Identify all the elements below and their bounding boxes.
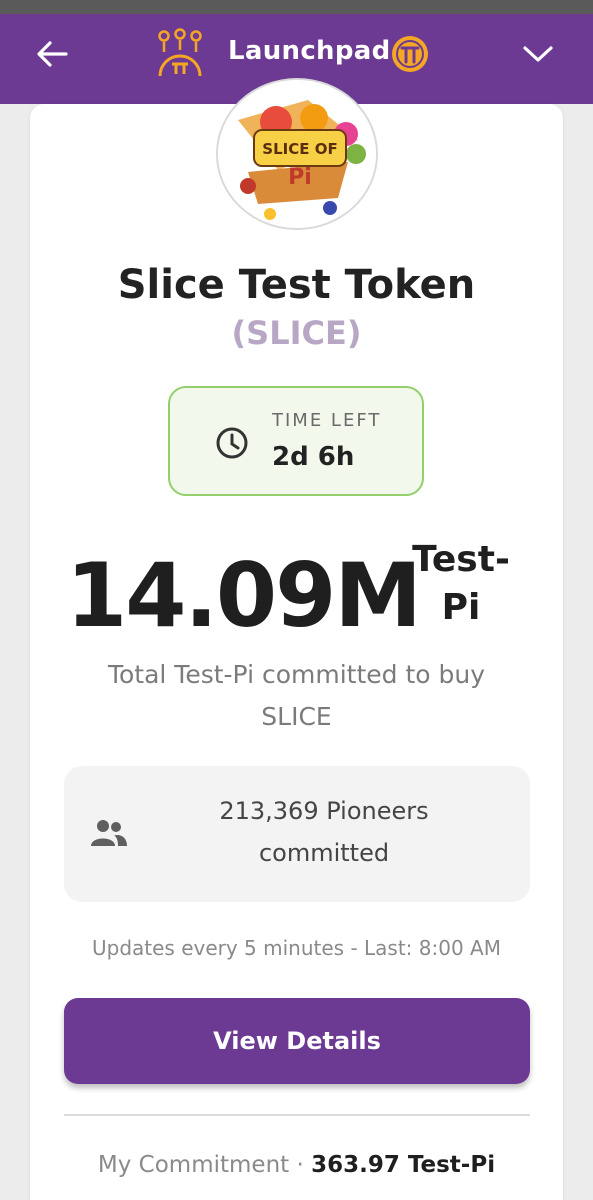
svg-text:SLICE OF: SLICE OF xyxy=(262,140,337,158)
my-commitment: My Commitment · 363.97 Test-Pi xyxy=(30,1152,563,1178)
time-left-value: 2d 6h xyxy=(272,442,355,472)
time-left-badge: TIME LEFT 2d 6h xyxy=(168,386,424,496)
status-bar xyxy=(0,0,593,14)
people-icon xyxy=(90,818,128,848)
token-logo: SLICE OF Pi xyxy=(216,78,378,230)
pi-coin-icon xyxy=(390,34,430,74)
update-status: Updates every 5 minutes - Last: 8:00 AM xyxy=(91,936,501,960)
arrow-left-icon[interactable] xyxy=(34,36,70,72)
launchpad-logo-icon xyxy=(154,28,206,80)
committed-description: Total Test-Pi committed to buy SLICE xyxy=(107,660,486,731)
committed-unit: Test-Pi xyxy=(412,539,510,628)
chevron-down-icon[interactable] xyxy=(520,36,556,72)
svg-text:Pi: Pi xyxy=(288,165,312,190)
clock-icon xyxy=(214,425,250,461)
token-symbol: (SLICE) xyxy=(231,314,362,352)
launch-card: SLICE OF Pi Slice Test Token (SLICE) TIM… xyxy=(30,78,563,1200)
my-commitment-label: My Commitment · xyxy=(97,1152,304,1178)
token-name: Slice Test Token xyxy=(117,262,476,308)
time-left-label: TIME LEFT xyxy=(272,410,382,431)
view-details-button[interactable]: View Details xyxy=(64,998,530,1084)
committed-amount: 14.09M xyxy=(66,544,422,647)
my-commitment-value: 363.97 Test-Pi xyxy=(311,1152,496,1178)
pioneers-panel: 213,369 Pioneers committed xyxy=(64,766,530,902)
page-title: Launchpad xyxy=(228,36,391,66)
pioneers-count: 213,369 Pioneers committed xyxy=(219,797,429,867)
divider xyxy=(64,1114,530,1116)
